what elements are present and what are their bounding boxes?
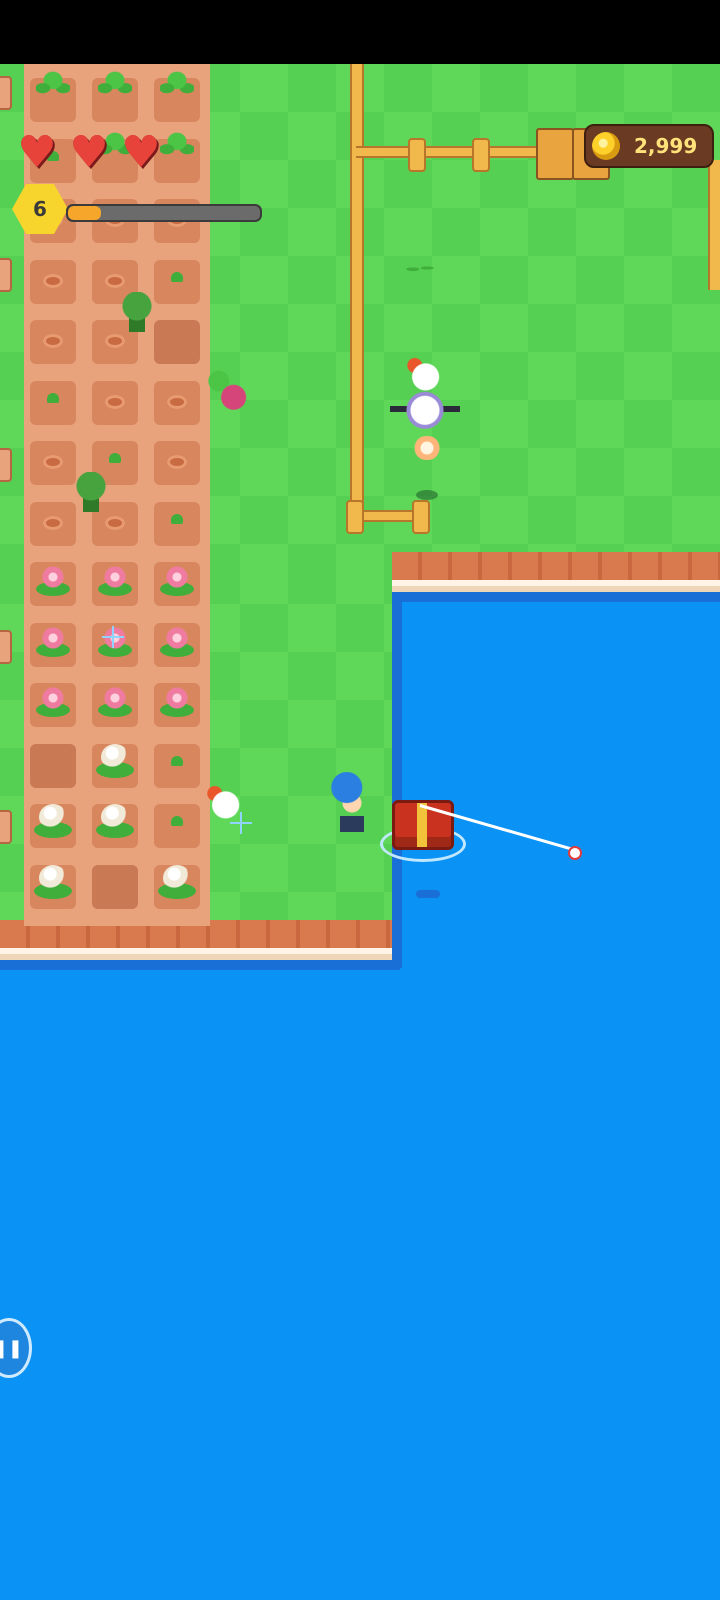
edge-item	[0, 630, 12, 664]
crop-plot-seed[interactable]	[92, 380, 138, 425]
crop-plot-empty[interactable]	[154, 320, 200, 364]
crop-plot-sprout[interactable]	[30, 380, 76, 425]
crop-plot-cauli[interactable]	[92, 743, 138, 788]
drone-shadow	[416, 490, 438, 500]
crop-plot-sprout[interactable]	[154, 804, 200, 848]
crop-plot-flower[interactable]	[30, 622, 76, 667]
fence	[350, 64, 364, 520]
health-hearts: ♥ ♥ ♥	[14, 127, 164, 178]
crop-plot-cauli[interactable]	[154, 864, 200, 909]
crop-plot-flower[interactable]	[92, 562, 138, 606]
fence-post	[472, 138, 490, 172]
coin-counter[interactable]: 2,999	[584, 124, 714, 168]
sparkle-effect	[102, 626, 124, 648]
edge-item	[0, 258, 12, 292]
shore-foam	[392, 590, 402, 968]
fence-post	[346, 500, 364, 534]
crop-plot-sprout[interactable]	[154, 501, 200, 546]
fish-shadow[interactable]	[416, 890, 440, 898]
crop-plot-leafy[interactable]	[30, 70, 76, 122]
crop-plot-seed[interactable]	[154, 380, 200, 425]
xp-bar	[66, 204, 262, 222]
crop-plot-cauli[interactable]	[92, 804, 138, 848]
crop-plot-empty[interactable]	[30, 743, 76, 788]
crop-plot-seed[interactable]	[30, 259, 76, 304]
crop-plot-sprout[interactable]	[154, 743, 200, 788]
shore-foam	[392, 592, 720, 602]
helper-drone[interactable]	[390, 386, 460, 440]
crop-plot-flower[interactable]	[154, 562, 200, 606]
xp-bar-fill	[68, 206, 101, 220]
player-character[interactable]	[326, 772, 378, 834]
crop-plot-flower[interactable]	[92, 683, 138, 727]
fishing-bobber[interactable]	[568, 846, 582, 860]
heart-icon: ♥	[69, 127, 109, 178]
drone-thruster	[412, 436, 442, 460]
cliff-edge	[392, 552, 720, 586]
fence-post	[408, 138, 426, 172]
crop-plot-seed[interactable]	[30, 441, 76, 485]
crop-plot-leafy[interactable]	[154, 70, 200, 122]
chat-bubble-icon: ❚❚	[0, 1337, 23, 1359]
goblin-worker[interactable]	[74, 472, 108, 512]
crop-plot-sprout[interactable]	[154, 259, 200, 304]
heart-icon: ♥	[121, 127, 161, 178]
status-bar	[0, 0, 720, 64]
edge-item	[0, 810, 12, 844]
goblin-worker[interactable]	[120, 292, 154, 332]
crop-plot-flower[interactable]	[30, 683, 76, 727]
sparkle-effect	[230, 812, 252, 834]
coin-icon	[592, 132, 620, 160]
crop-plot-leafy[interactable]	[92, 70, 138, 122]
crop-plot-cauli[interactable]	[30, 804, 76, 848]
edge-item	[0, 76, 12, 110]
crop-plot-seed[interactable]	[154, 441, 200, 485]
shore-foam	[0, 960, 400, 970]
crop-plot-flower[interactable]	[154, 683, 200, 727]
coin-amount: 2,999	[634, 134, 698, 158]
crop-plot-seed[interactable]	[30, 501, 76, 546]
radish-pickup[interactable]	[206, 370, 252, 414]
game-screen[interactable]: ♥ ♥ ♥ 6 2,999 ❚❚	[0, 0, 720, 1600]
heart-icon: ♥	[17, 127, 57, 178]
fence-gate[interactable]	[536, 128, 574, 180]
edge-item	[0, 448, 12, 482]
crop-plot-cauli[interactable]	[30, 864, 76, 909]
level-number: 6	[33, 197, 47, 221]
fence-post	[412, 500, 430, 534]
crop-plot-flower[interactable]	[154, 622, 200, 667]
crop-plot-flower[interactable]	[30, 562, 76, 606]
chest-band	[417, 803, 427, 847]
crop-plot-seed[interactable]	[30, 320, 76, 364]
crop-plot-empty[interactable]	[92, 864, 138, 909]
fence	[708, 160, 720, 290]
grass-tuft	[402, 262, 438, 274]
